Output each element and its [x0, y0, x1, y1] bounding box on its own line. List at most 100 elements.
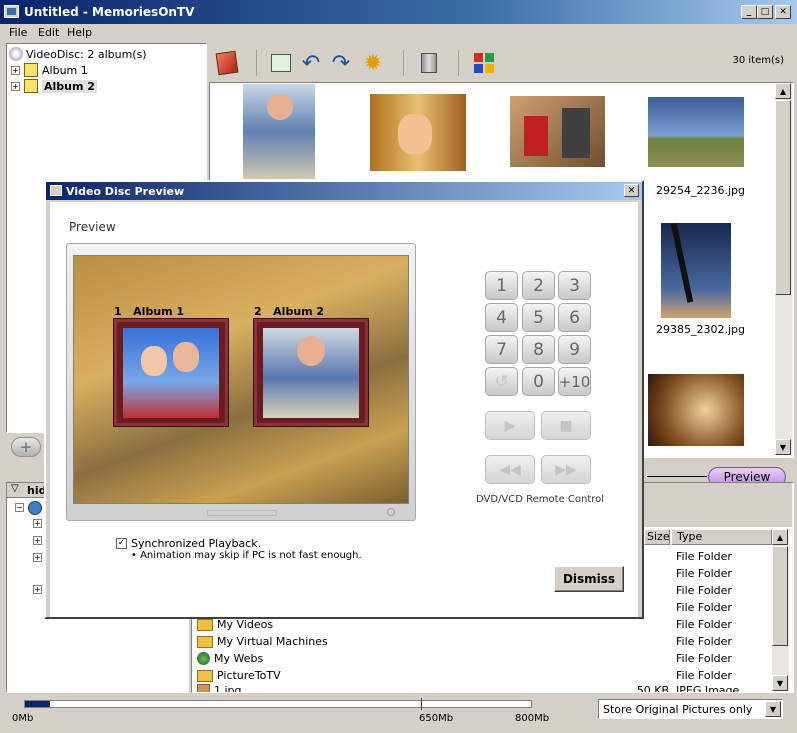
minimize-button[interactable]: _ — [741, 5, 757, 19]
settings-gear-icon[interactable]: ✹ — [360, 50, 386, 76]
album-1-thumbnail — [123, 328, 219, 418]
keypad-8[interactable]: 8 — [522, 335, 555, 364]
preview-connector — [647, 476, 707, 477]
dismiss-button[interactable]: Dismiss — [554, 566, 624, 592]
capacity-marker — [421, 698, 422, 710]
sync-playback-label: Synchronized Playback. — [131, 537, 262, 550]
store-option-value: Store Original Pictures only — [603, 703, 753, 716]
menu-album-2-frame[interactable] — [254, 319, 368, 426]
keypad-plus10[interactable]: +10 — [558, 367, 591, 396]
maximize-button[interactable]: □ — [757, 5, 773, 19]
keypad-9[interactable]: 9 — [558, 335, 591, 364]
dialog-title: Video Disc Preview — [66, 185, 185, 198]
app-icon — [4, 5, 19, 18]
album-icon — [24, 63, 38, 77]
menu-album-1-title: 1 Album 1 — [114, 305, 185, 318]
scrollbar-thumb[interactable] — [775, 100, 791, 295]
menu-bar: File Edit Help — [0, 24, 797, 42]
file-name: PictureToTV — [217, 669, 281, 682]
folder-icon — [197, 635, 213, 648]
collapse-icon[interactable]: − — [15, 503, 24, 512]
stop-icon[interactable]: ■ — [541, 411, 591, 440]
tree-item-album-1[interactable]: + Album 1 — [11, 62, 88, 78]
fast-forward-icon[interactable]: ▶▶ — [541, 455, 591, 484]
scroll-up-icon[interactable]: ▲ — [772, 529, 788, 545]
drive-icon — [28, 501, 42, 515]
expand-icon[interactable]: + — [33, 585, 42, 594]
keypad-4[interactable]: 4 — [485, 303, 518, 332]
expand-icon[interactable]: + — [33, 519, 42, 528]
toolbar-separator — [256, 50, 257, 76]
keypad-2[interactable]: 2 — [522, 271, 555, 300]
expand-icon[interactable]: + — [33, 536, 42, 545]
scroll-down-icon[interactable]: ▼ — [775, 439, 791, 455]
table-row[interactable]: 1.jpg 50 KB JPEG Image — [195, 684, 773, 692]
toolbar-separator — [403, 50, 404, 76]
thumbnail[interactable] — [370, 94, 466, 171]
grid-view-icon[interactable] — [471, 50, 497, 76]
menu-file[interactable]: File — [9, 26, 27, 39]
thumbnail[interactable] — [648, 374, 744, 446]
play-icon[interactable]: ▶ — [485, 411, 535, 440]
file-type: File Folder — [676, 652, 732, 665]
file-type: File Folder — [676, 618, 732, 631]
toolbar-separator — [458, 50, 459, 76]
file-type: File Folder — [676, 584, 732, 597]
file-type: JPEG Image — [676, 684, 740, 692]
table-row[interactable]: My Virtual Machines File Folder — [195, 633, 773, 650]
remote-control-label: DVD/VCD Remote Control — [476, 494, 605, 505]
file-type: File Folder — [676, 635, 732, 648]
table-row[interactable]: PictureToTV File Folder — [195, 667, 773, 684]
rotate-right-icon[interactable]: ↷ — [328, 50, 354, 76]
column-type[interactable]: Type — [671, 529, 772, 545]
file-type: File Folder — [676, 550, 732, 563]
expand-icon[interactable]: + — [11, 81, 20, 91]
keypad-5[interactable]: 5 — [522, 303, 555, 332]
keypad-1[interactable]: 1 — [485, 271, 518, 300]
keypad-6[interactable]: 6 — [558, 303, 591, 332]
tree-item-album-2[interactable]: + Album 2 — [11, 78, 97, 94]
thumbnail[interactable] — [648, 97, 744, 167]
column-size[interactable]: Size — [644, 529, 670, 545]
file-list-scrollbar[interactable]: ▲ ▼ — [772, 529, 789, 691]
rotate-left-icon[interactable]: ↶ — [298, 50, 324, 76]
dropdown-arrow-icon[interactable]: ▼ — [765, 701, 781, 717]
add-album-button[interactable]: + — [11, 437, 41, 457]
keypad-3[interactable]: 3 — [558, 271, 591, 300]
keypad-7[interactable]: 7 — [485, 335, 518, 364]
dialog-app-icon — [50, 185, 62, 196]
expand-icon[interactable]: + — [33, 553, 42, 562]
sync-playback-note: • Animation may skip if PC is not fast e… — [131, 550, 362, 561]
close-button[interactable]: ✕ — [775, 5, 791, 19]
keypad-return-icon[interactable]: ↺ — [485, 367, 518, 396]
menu-edit[interactable]: Edit — [38, 26, 59, 39]
trash-icon[interactable] — [416, 50, 442, 76]
thumbnail[interactable] — [510, 96, 605, 167]
expand-icon[interactable]: + — [11, 65, 20, 75]
dialog-body: Preview 1 Album 1 2 Album 2 1 2 3 4 5 6 … — [50, 202, 638, 617]
scrollbar-thumb[interactable] — [772, 546, 788, 646]
store-option-select[interactable]: Store Original Pictures only ▼ — [598, 699, 783, 719]
rewind-icon[interactable]: ◀◀ — [485, 455, 535, 484]
menu-album-1-frame[interactable] — [114, 319, 228, 426]
tree-root[interactable]: VideoDisc: 2 album(s) — [9, 46, 147, 62]
image-edit-icon[interactable] — [268, 50, 294, 76]
tv-power-indicator — [387, 508, 395, 516]
collapse-icon[interactable]: ▽ — [11, 483, 19, 494]
dialog-close-button[interactable]: ✕ — [624, 184, 639, 197]
table-row[interactable]: My Webs File Folder — [195, 650, 773, 667]
scroll-up-icon[interactable]: ▲ — [775, 83, 791, 99]
thumbnail-scrollbar[interactable]: ▲ ▼ — [775, 83, 792, 455]
menu-help[interactable]: Help — [67, 26, 92, 39]
folder-icon — [197, 618, 213, 631]
thumbnail[interactable] — [661, 223, 731, 318]
add-photo-icon[interactable] — [214, 50, 240, 76]
album-icon — [24, 79, 38, 93]
sync-playback-checkbox[interactable]: ✓ — [116, 538, 127, 549]
toolbar: 30 item(s) — [209, 43, 794, 81]
thumbnail[interactable] — [243, 84, 315, 179]
keypad-0[interactable]: 0 — [522, 367, 555, 396]
scroll-down-icon[interactable]: ▼ — [772, 675, 788, 691]
file-type: File Folder — [676, 567, 732, 580]
capacity-label-max: 800Mb — [515, 713, 550, 724]
